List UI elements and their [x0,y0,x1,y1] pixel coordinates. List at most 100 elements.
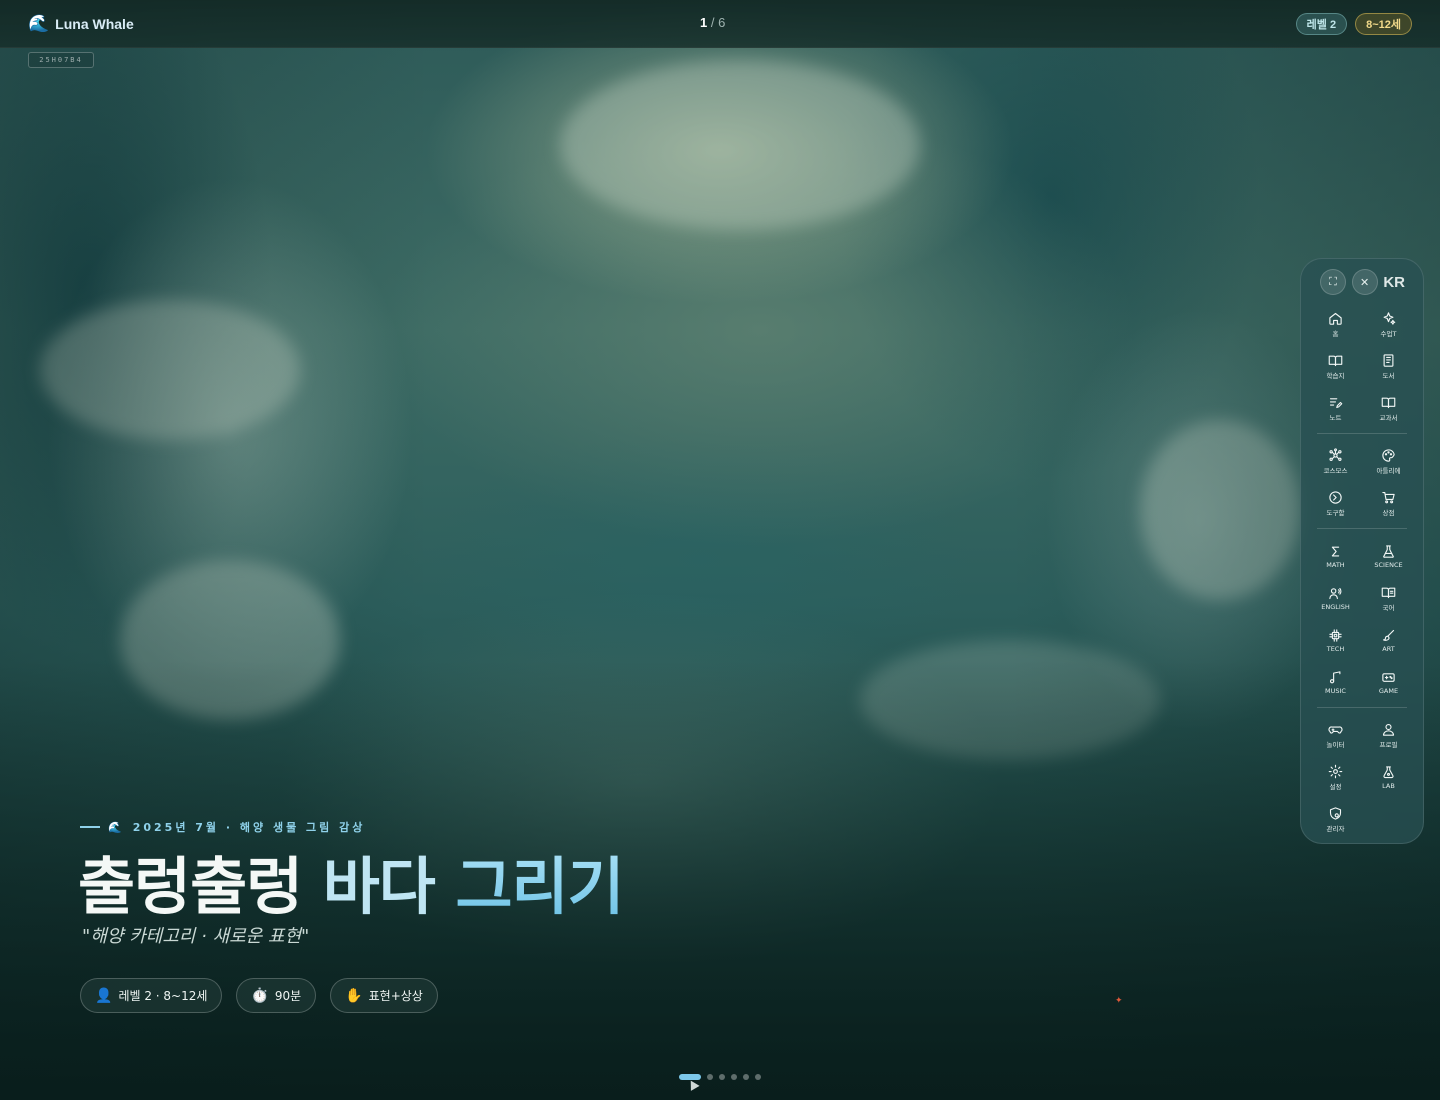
note-icon [1329,397,1343,408]
nav-item-textbook[interactable]: 교과서 [1362,387,1415,429]
brand-name: Luna Whale [55,15,134,32]
fullscreen-button[interactable]: ⛶ [1320,269,1346,295]
nav-item-label: 놀이터 [1326,740,1345,749]
slide-id-tag: 25H07B4 [28,52,94,68]
side-panel-controls: ⛶ ✕ KR [1309,267,1415,297]
nav-item-cosmos[interactable]: 코스모스 [1309,440,1362,482]
admin-icon [1329,806,1342,820]
library-icon [1383,353,1394,367]
hero-kicker: 🌊 2025년 7월 · 해양 생물 그림 감상 [80,819,365,835]
language-toggle[interactable]: KR [1383,274,1405,291]
nav-item-label: 국어 [1382,603,1395,612]
tools-icon [1329,490,1342,504]
music-icon [1329,670,1341,683]
nav-item-admin[interactable]: 관리자 [1309,798,1362,840]
nav-item-music[interactable]: MUSIC [1309,661,1362,703]
nav-item-lab[interactable]: LAB [1362,756,1415,798]
settings-icon [1328,764,1343,778]
nav-item-label: 프로필 [1379,740,1398,749]
info-chips: 👤 레벨 2 · 8~12세 ⏱️ 90분 ✋ 표현+상상 [80,978,438,1013]
nav-item-shop[interactable]: 상점 [1362,482,1415,524]
slide-counter: 1 / 6 [700,15,725,30]
science-icon [1383,544,1394,558]
side-nav-grid: 홈 수업T 학습지 도서노트 교과서코스모스 아틀리에도구함 상점 MATH SCIENCE EN… [1309,303,1415,840]
game-icon [1382,672,1395,682]
nav-item-label: 노트 [1329,413,1342,422]
pager-dot[interactable] [755,1074,761,1080]
pager-dot[interactable] [679,1074,701,1080]
nav-item-home[interactable]: 홈 [1309,303,1362,345]
title-word-1: 출렁출렁 [78,850,303,923]
nav-item-atelier[interactable]: 아틀리에 [1362,440,1415,482]
worksheet-icon [1328,355,1343,366]
pager-dot[interactable] [731,1074,737,1080]
stopwatch-icon: ⏱️ [251,987,269,1004]
pager-dot[interactable] [743,1074,749,1080]
close-icon: ✕ [1360,275,1370,289]
chip-activity: ✋ 표현+상상 [330,978,438,1013]
tech-icon [1329,628,1342,642]
nav-item-label: 수업T [1380,329,1397,338]
nav-item-game[interactable]: GAME [1362,661,1415,703]
nav-item-playground[interactable]: 놀이터 [1309,714,1362,756]
nav-item-label: SCIENCE [1374,560,1403,569]
cosmos-icon [1329,447,1342,461]
nav-item-label: 관리자 [1326,824,1345,833]
pager-dot[interactable] [719,1074,725,1080]
nav-item-label: ENGLISH [1321,602,1350,611]
chip-level: 👤 레벨 2 · 8~12세 [80,978,223,1013]
nav-item-tools[interactable]: 도구함 [1309,482,1362,524]
nav-item-library[interactable]: 도서 [1362,345,1415,387]
kicker-line [80,826,100,828]
nav-item-label: 학습지 [1326,371,1345,380]
class-icon [1383,311,1396,325]
nav-item-label: 설정 [1329,782,1342,791]
hand-icon: ✋ [345,987,363,1004]
atelier-icon [1382,448,1395,462]
brand-logo[interactable]: 🌊 Luna Whale [28,14,134,34]
pager-dot[interactable] [707,1074,713,1080]
shop-icon [1382,491,1395,503]
wave-icon: 🌊 [28,13,50,33]
nav-item-math[interactable]: MATH [1309,535,1362,577]
nav-item-tech[interactable]: TECH [1309,619,1362,661]
english-icon [1329,587,1342,599]
nav-item-profile[interactable]: 프로필 [1362,714,1415,756]
title-word-3: 그리기 [455,850,624,923]
person-icon: 👤 [95,987,113,1004]
chip-duration: ⏱️ 90분 [236,978,317,1013]
side-nav-panel: ⛶ ✕ KR 홈 수업T 학습지 도서노트 교과서코스모스 아틀리에도구함 상점 MATH SC… [1300,258,1424,844]
close-button[interactable]: ✕ [1351,269,1378,295]
korean-icon [1381,587,1396,598]
nav-item-korean[interactable]: 국어 [1362,577,1415,619]
nav-item-label: 홈 [1332,329,1339,338]
title-word-2: 바다 [322,850,436,923]
nav-item-note[interactable]: 노트 [1309,387,1362,429]
profile-icon [1382,723,1395,736]
header-badges: 레벨 2 8~12세 [1295,12,1412,35]
nav-item-label: 교과서 [1379,413,1398,422]
nav-divider [1317,707,1407,708]
nav-item-label: ART [1382,644,1395,653]
nav-divider [1317,433,1407,434]
wave-icon: 🌊 [108,820,125,834]
level-badge: 레벨 2 [1295,12,1348,35]
nav-item-worksheet[interactable]: 학습지 [1309,345,1362,387]
nav-item-label: TECH [1326,644,1345,653]
age-badge: 8~12세 [1355,12,1412,35]
nav-item-class[interactable]: 수업T [1362,303,1415,345]
nav-item-english[interactable]: ENGLISH [1309,577,1362,619]
nav-item-science[interactable]: SCIENCE [1362,535,1415,577]
nav-item-settings[interactable]: 설정 [1309,756,1362,798]
lab-icon [1383,765,1394,778]
nav-item-art[interactable]: ART [1362,619,1415,661]
math-icon [1331,546,1340,556]
kicker-text: 2025년 7월 · 해양 생물 그림 감상 [132,821,366,834]
top-bar: 🌊 Luna Whale 1 / 6 레벨 2 8~12세 [0,0,1440,48]
nav-item-label: 도구함 [1326,508,1345,517]
nav-item-label: GAME [1378,686,1399,695]
nav-item-label: MUSIC [1325,686,1346,695]
nav-item-label: 아틀리에 [1376,466,1401,475]
sparkle-mark: ✦ [1115,996,1123,1006]
hero-title: 출렁출렁 바다 그리기 [78,836,625,926]
